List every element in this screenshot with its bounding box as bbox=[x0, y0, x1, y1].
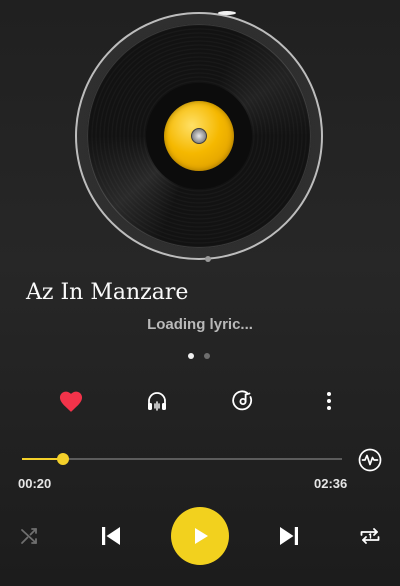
lyric-status[interactable]: Loading lyric... bbox=[0, 316, 400, 333]
skip-next-icon bbox=[280, 527, 298, 545]
page-dot-active bbox=[188, 353, 194, 359]
progress-thumb[interactable] bbox=[56, 453, 69, 465]
headphone-button[interactable] bbox=[140, 384, 174, 418]
vinyl-spindle bbox=[191, 128, 207, 144]
shuffle-icon bbox=[21, 528, 37, 544]
waveform-button[interactable] bbox=[357, 447, 383, 473]
next-button[interactable] bbox=[276, 522, 302, 550]
favorite-button[interactable] bbox=[54, 384, 88, 418]
repeat-button[interactable] bbox=[358, 524, 382, 548]
more-vertical-icon bbox=[327, 392, 331, 410]
song-title: Az In Manzare bbox=[26, 280, 189, 305]
disc-music-icon bbox=[232, 390, 253, 411]
more-button[interactable] bbox=[312, 384, 346, 418]
previous-button[interactable] bbox=[98, 522, 124, 550]
disc-settings-button[interactable] bbox=[226, 384, 260, 418]
shuffle-button[interactable] bbox=[18, 524, 42, 548]
skip-previous-icon bbox=[102, 527, 120, 545]
headphone-icon bbox=[148, 392, 166, 411]
ring-glint bbox=[218, 11, 236, 15]
page-dot bbox=[204, 353, 210, 359]
play-button[interactable] bbox=[171, 507, 229, 565]
ring-marker bbox=[205, 256, 211, 262]
total-time: 02:36 bbox=[314, 476, 348, 491]
heart-icon bbox=[59, 391, 83, 412]
repeat-one-icon bbox=[360, 528, 380, 544]
current-time: 00:20 bbox=[18, 476, 52, 491]
album-disc[interactable] bbox=[75, 11, 325, 262]
play-icon bbox=[195, 528, 208, 544]
waveform-icon bbox=[358, 448, 382, 472]
progress-track[interactable] bbox=[22, 458, 342, 460]
